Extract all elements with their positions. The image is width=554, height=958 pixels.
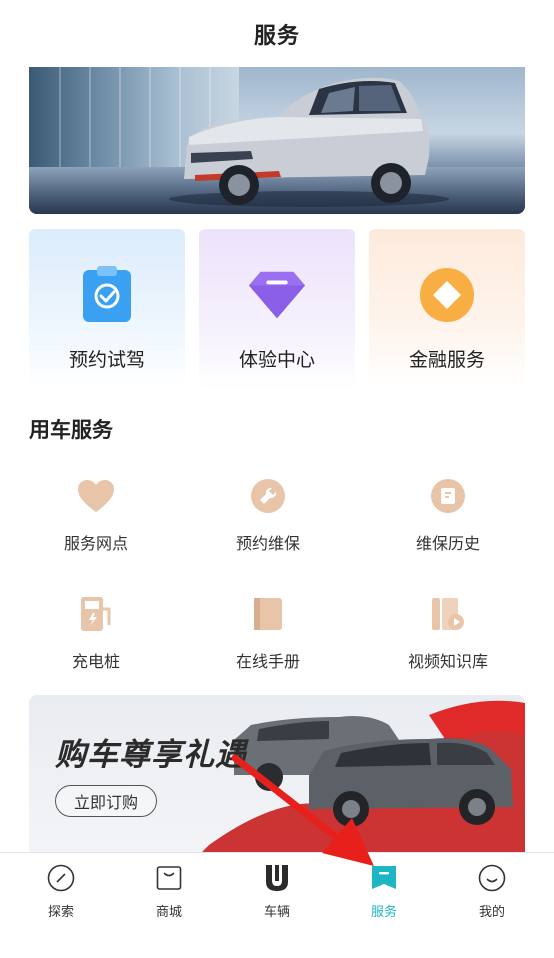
banner-suv-image xyxy=(169,77,449,207)
service-label: 服务网点 xyxy=(63,534,128,553)
service-outlets[interactable]: 服务网点 xyxy=(26,476,166,554)
heart-icon xyxy=(76,476,116,516)
diamond-icon xyxy=(247,265,307,325)
card-label: 预约试驾 xyxy=(68,349,145,371)
service-label: 充电桩 xyxy=(71,652,120,671)
card-experience-center[interactable]: 体验中心 xyxy=(199,229,355,389)
clipboard-check-icon xyxy=(77,265,137,325)
card-test-drive[interactable]: 预约试驾 xyxy=(29,229,185,389)
finance-coin-icon xyxy=(417,265,477,325)
section-title: 用车服务 xyxy=(29,418,113,442)
service-bookmark-icon xyxy=(369,863,399,893)
tab-label: 车辆 xyxy=(263,905,290,920)
video-library-icon xyxy=(428,594,468,634)
service-label: 维保历史 xyxy=(415,534,480,553)
profile-smile-icon xyxy=(477,863,507,893)
tab-label: 我的 xyxy=(478,905,505,920)
page-title: 服务 xyxy=(253,24,300,49)
promo-cars-image xyxy=(199,700,525,855)
charging-pile-icon xyxy=(76,594,116,634)
tab-mall[interactable]: 商城 xyxy=(134,863,204,920)
service-maintenance-booking[interactable]: 预约维保 xyxy=(198,476,338,554)
feature-cards: 预约试驾 体验中心 金融服务 xyxy=(29,229,525,389)
card-finance-service[interactable]: 金融服务 xyxy=(369,229,525,389)
service-label: 在线手册 xyxy=(235,652,300,671)
order-now-button[interactable]: 立即订购 xyxy=(55,785,157,817)
history-icon xyxy=(428,476,468,516)
service-label: 视频知识库 xyxy=(407,652,488,671)
tab-vehicle[interactable]: 车辆 xyxy=(242,863,312,920)
tab-mine[interactable]: 我的 xyxy=(457,863,527,920)
promo-title: 购车尊享礼遇 xyxy=(55,737,247,773)
service-charging-pile[interactable]: 充电桩 xyxy=(26,594,166,672)
card-label: 体验中心 xyxy=(238,349,315,371)
service-label: 预约维保 xyxy=(235,534,300,553)
card-label: 金融服务 xyxy=(408,349,485,371)
tab-explore[interactable]: 探索 xyxy=(26,863,96,920)
bottom-tab-bar: 探索 商城 车辆 服务 我的 xyxy=(0,852,554,958)
manual-book-icon xyxy=(248,594,288,634)
shopping-bag-icon xyxy=(154,863,184,893)
tab-label: 商城 xyxy=(155,905,182,920)
tab-label: 探索 xyxy=(47,905,74,920)
service-maintenance-history[interactable]: 维保历史 xyxy=(378,476,518,554)
tab-service[interactable]: 服务 xyxy=(349,863,419,920)
purchase-promo-banner[interactable]: 购车尊享礼遇 立即订购 xyxy=(29,695,525,855)
compass-icon xyxy=(46,863,76,893)
top-bar: 服务 xyxy=(0,0,554,68)
wrench-icon xyxy=(248,476,288,516)
service-video-library[interactable]: 视频知识库 xyxy=(378,594,518,672)
tab-label: 服务 xyxy=(370,905,397,920)
hero-banner[interactable] xyxy=(29,67,525,214)
service-page: 服务 预约试驾 体验中心 金融服务 用车服务 服务网点 预约维保 维保历史 充电… xyxy=(0,0,554,958)
service-online-manual[interactable]: 在线手册 xyxy=(198,594,338,672)
vehicle-logo-icon xyxy=(262,863,292,893)
